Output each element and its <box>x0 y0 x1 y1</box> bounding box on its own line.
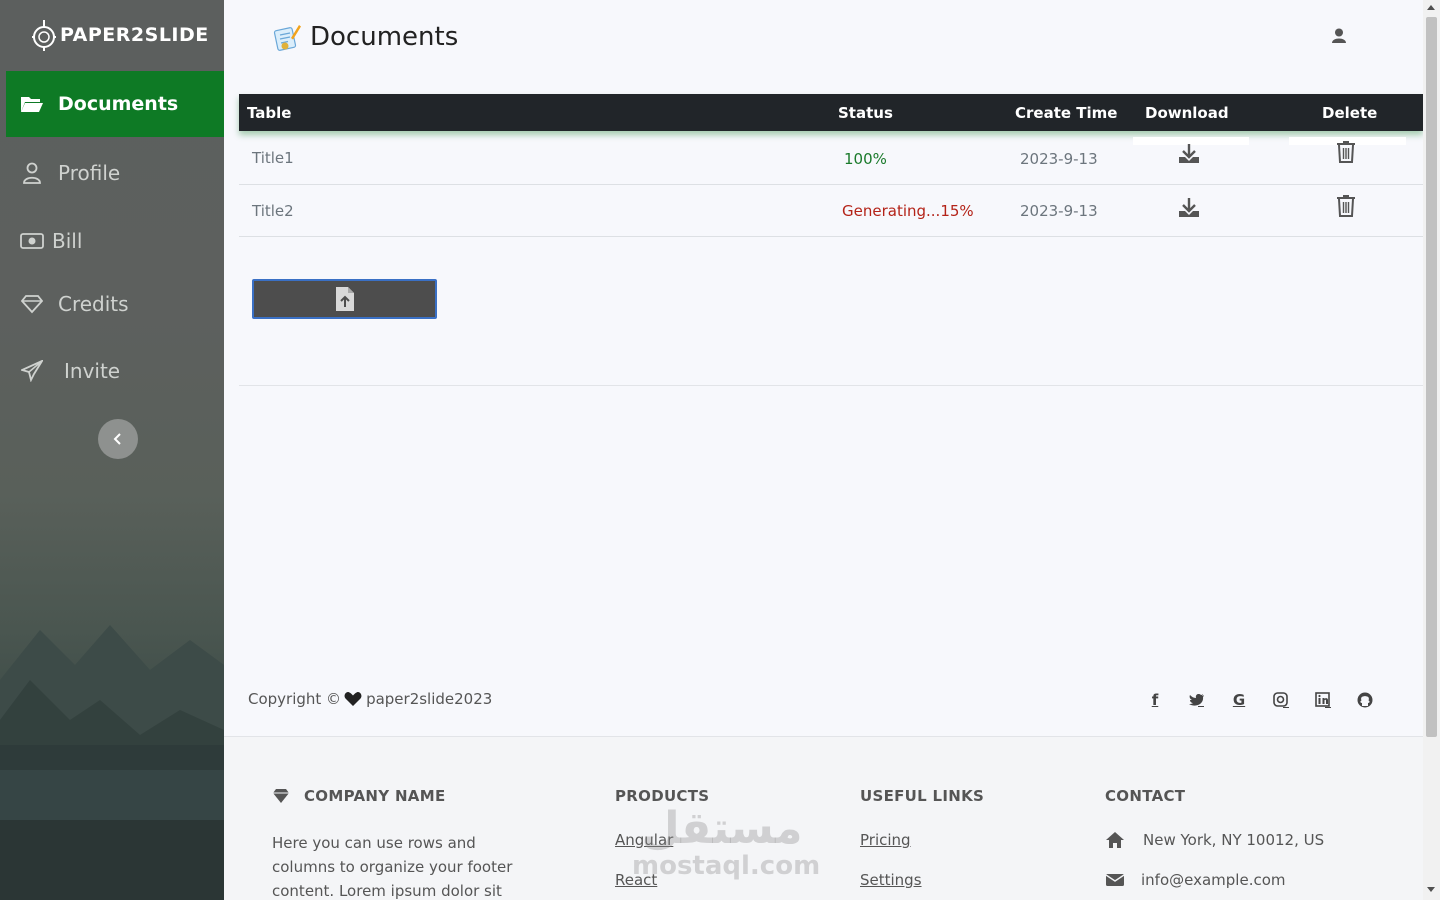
brain-gear-icon <box>32 20 56 51</box>
page-header: Documents <box>272 18 458 56</box>
instagram-icon[interactable] <box>1270 689 1292 711</box>
download-icon <box>1179 198 1199 217</box>
sidebar-item-documents[interactable]: Documents <box>6 71 224 137</box>
footer-contact-heading: CONTACT <box>1105 787 1186 805</box>
copyright-name: paper2slide2023 <box>366 690 493 708</box>
scroll-up-arrow[interactable] <box>1427 5 1435 10</box>
mountain-background-image <box>0 625 224 900</box>
diamond-icon <box>20 292 44 316</box>
sidebar-item-label: Bill <box>52 229 83 253</box>
footer-products-heading: PRODUCTS <box>615 787 710 805</box>
table-row: Title2 Generating...15% 2023-9-13 <box>239 185 1423 237</box>
footer-email: info@example.com <box>1105 871 1286 889</box>
footer-link-settings[interactable]: Settings <box>860 871 922 889</box>
status-badge: 100% <box>844 150 887 168</box>
status-badge: Generating...15% <box>842 202 974 220</box>
column-header-table: Table <box>247 104 292 122</box>
address-text: New York, NY 10012, US <box>1143 831 1325 849</box>
money-icon <box>20 229 44 253</box>
footer-address: New York, NY 10012, US <box>1105 831 1324 849</box>
chevron-left-icon <box>113 433 121 445</box>
sidebar-item-label: Credits <box>58 292 129 316</box>
column-header-download: Download <box>1145 104 1229 122</box>
diamond-icon <box>273 789 289 803</box>
footer-link-angular[interactable]: Angular <box>615 831 673 849</box>
download-button[interactable] <box>1169 193 1209 223</box>
sidebar-item-invite[interactable]: Invite <box>0 338 224 404</box>
page-title: Documents <box>310 22 459 52</box>
sidebar-item-profile[interactable]: Profile <box>0 140 224 206</box>
table-row: Title1 100% 2023-9-13 <box>239 131 1423 185</box>
download-button[interactable] <box>1169 139 1209 169</box>
brand-logo[interactable]: PAPER2SLIDE <box>30 16 209 54</box>
footer-useful-heading: USEFUL LINKS <box>860 787 985 805</box>
folder-open-icon <box>20 92 44 116</box>
sidebar-item-label: Profile <box>58 161 121 185</box>
sidebar-item-bill[interactable]: Bill <box>0 208 224 274</box>
content-divider <box>239 385 1423 386</box>
footer-link-pricing[interactable]: Pricing <box>860 831 911 849</box>
create-time: 2023-9-13 <box>1020 202 1098 220</box>
envelope-icon <box>1105 871 1125 889</box>
column-header-status: Status <box>838 104 893 122</box>
file-upload-icon <box>335 287 354 311</box>
sidebar-collapse-button[interactable] <box>98 419 138 459</box>
footer-company-heading: COMPANY NAME <box>272 787 446 805</box>
email-text: info@example.com <box>1141 871 1286 889</box>
scroll-down-arrow[interactable] <box>1427 887 1435 892</box>
create-time: 2023-9-13 <box>1020 150 1098 168</box>
delete-button[interactable] <box>1326 191 1366 221</box>
footer-link-react[interactable]: React <box>615 871 657 889</box>
vertical-scrollbar[interactable] <box>1423 0 1440 900</box>
copyright-prefix: Copyright © <box>248 690 342 708</box>
github-icon[interactable] <box>1354 689 1376 711</box>
documents-table: Table Status Create Time Download Delete… <box>239 94 1423 237</box>
trash-icon <box>1337 141 1355 163</box>
table-header: Table Status Create Time Download Delete <box>239 94 1423 131</box>
linkedin-icon[interactable] <box>1312 689 1334 711</box>
user-icon <box>20 161 44 185</box>
paper-plane-icon <box>20 359 44 383</box>
document-title: Title1 <box>252 149 294 167</box>
facebook-icon[interactable]: f <box>1144 689 1166 711</box>
scroll-thumb[interactable] <box>1426 17 1437 737</box>
home-icon <box>1105 831 1125 849</box>
upload-file-button[interactable] <box>252 279 437 319</box>
copyright: Copyright © paper2slide2023 <box>248 690 492 708</box>
footer: COMPANY NAME Here you can use rows and c… <box>224 736 1423 900</box>
column-header-create-time: Create Time <box>1015 104 1118 122</box>
sidebar: PAPER2SLIDE Documents Profile Bill Credi… <box>0 0 224 900</box>
sidebar-item-label: Invite <box>64 359 121 383</box>
document-pen-icon <box>273 25 301 51</box>
sidebar-item-label: Documents <box>58 93 179 115</box>
sidebar-item-credits[interactable]: Credits <box>0 271 224 337</box>
user-menu-button[interactable] <box>1330 27 1348 45</box>
heart-icon <box>344 692 362 706</box>
footer-company-text: Here you can use rows and columns to org… <box>272 834 513 900</box>
social-links: f G <box>1144 689 1396 711</box>
twitter-icon[interactable] <box>1186 689 1208 711</box>
google-icon[interactable]: G <box>1228 689 1250 711</box>
delete-button[interactable] <box>1326 137 1366 167</box>
column-header-delete: Delete <box>1322 104 1378 122</box>
download-icon <box>1179 144 1199 163</box>
document-title: Title2 <box>252 202 294 220</box>
user-icon <box>1332 28 1346 43</box>
heading-text: COMPANY NAME <box>304 787 446 805</box>
trash-icon <box>1337 195 1355 217</box>
brand-name: PAPER2SLIDE <box>60 24 209 46</box>
